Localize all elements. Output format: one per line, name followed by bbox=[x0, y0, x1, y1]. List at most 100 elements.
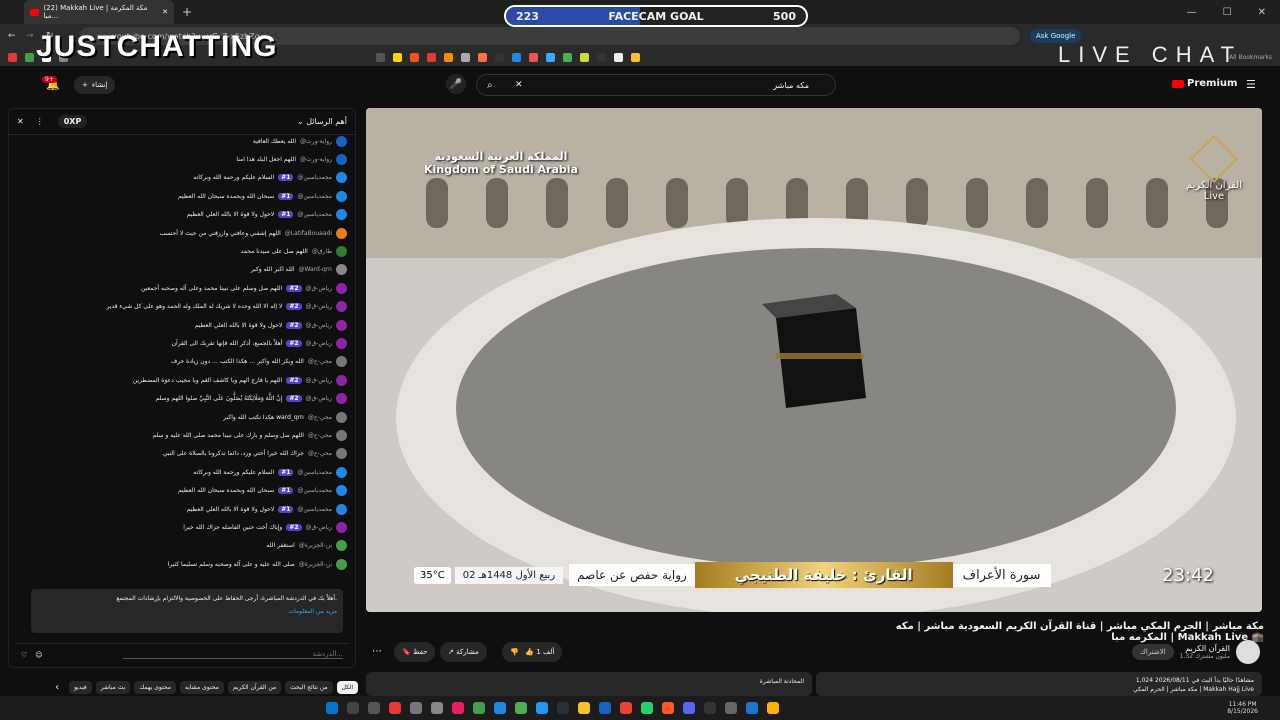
chat-sort-dropdown[interactable]: ⌄ أهم الرسائل bbox=[297, 117, 347, 126]
app-icon[interactable] bbox=[704, 702, 716, 714]
chat-author[interactable]: @رياض-ق bbox=[306, 524, 332, 531]
app-icon[interactable] bbox=[494, 702, 506, 714]
avatar[interactable] bbox=[336, 190, 347, 202]
chat-author[interactable]: @طارق bbox=[312, 248, 332, 255]
avatar[interactable] bbox=[336, 153, 347, 165]
chat-author[interactable]: @محمدياسين bbox=[297, 487, 332, 494]
subscribe-button[interactable]: الاشتراك bbox=[1132, 644, 1174, 660]
avatar[interactable] bbox=[336, 540, 347, 552]
chat-author[interactable]: @رياض-ق bbox=[306, 395, 332, 402]
bookmark-icon[interactable] bbox=[563, 52, 572, 62]
bookmark-icon[interactable] bbox=[25, 52, 34, 62]
chat-message[interactable]: @رياض-ق #2 لاحول ولا قوة الا بالله العلي ا… bbox=[22, 317, 347, 333]
chip-2[interactable]: من القرآن الكريم bbox=[227, 680, 282, 694]
chat-author[interactable]: @رياض-ق bbox=[306, 377, 332, 384]
chat-message[interactable]: @طارق اللهم صل على سيدنا محمد bbox=[22, 243, 347, 259]
avatar[interactable] bbox=[336, 282, 347, 294]
chat-input[interactable]: الدردشة... bbox=[123, 650, 343, 659]
chat-message[interactable]: @محمدياسين #1 لاحول ولا قوة الا بالله العل… bbox=[22, 207, 347, 223]
app-icon[interactable] bbox=[683, 702, 695, 714]
chat-message[interactable]: @رواية-ورث اللهم اجعل البلد هذا امنا bbox=[22, 151, 347, 167]
chat-message[interactable]: @محمدياسين #1 سبحان الله وبحمده سبحان الله… bbox=[22, 188, 347, 204]
chat-message[interactable]: @رياض-ق #2 وإياك أخت حنين الفاضله جزاك الل… bbox=[22, 519, 347, 535]
close-window-icon[interactable]: ✕ bbox=[1258, 7, 1266, 18]
chip-0[interactable]: الكل bbox=[336, 680, 358, 694]
avatar[interactable] bbox=[336, 393, 347, 405]
avatar[interactable] bbox=[336, 448, 347, 460]
forward-icon[interactable]: → bbox=[26, 31, 34, 41]
chat-author[interactable]: @محي-ح bbox=[308, 414, 332, 421]
avatar[interactable] bbox=[336, 429, 347, 441]
avatar[interactable] bbox=[336, 301, 347, 313]
share-button[interactable]: ↗ مشاركة bbox=[440, 642, 487, 662]
chip-3[interactable]: محتوى مشابه bbox=[179, 680, 224, 694]
video-description[interactable]: 1,024 مشاهدًا حاليًا بدأ البث في 2026/08… bbox=[816, 672, 1262, 696]
bookmark-icon[interactable] bbox=[410, 52, 419, 62]
youtube-premium-logo[interactable]: Premium bbox=[1172, 78, 1237, 89]
bookmark-icon[interactable] bbox=[546, 52, 555, 62]
app-icon[interactable] bbox=[641, 702, 653, 714]
more-actions-icon[interactable]: ⋯ bbox=[372, 646, 382, 657]
ask-google-button[interactable]: Ask Google bbox=[1030, 29, 1082, 43]
bookmark-icon[interactable] bbox=[597, 52, 606, 62]
bookmark-icon[interactable] bbox=[512, 52, 521, 62]
app-icon[interactable] bbox=[578, 702, 590, 714]
chat-message[interactable]: @محمدياسين #1 سبحان الله وبحمده سبحان الله… bbox=[22, 483, 347, 499]
chat-message[interactable]: @محي-ح الله وبكر الله واكبر ... هكذا الكت… bbox=[22, 354, 347, 370]
bookmark-icon[interactable] bbox=[529, 52, 538, 62]
app-icon[interactable] bbox=[431, 702, 443, 714]
chat-message[interactable]: @بن-الجزيرة صلى الله عليه و على آله وصحبه… bbox=[22, 556, 347, 572]
voice-search-icon[interactable]: 🎤 bbox=[446, 74, 466, 94]
bookmark-icon[interactable] bbox=[393, 52, 402, 62]
chat-author[interactable]: @بن-الجزيرة bbox=[299, 561, 332, 568]
app-icon[interactable] bbox=[557, 702, 569, 714]
app-icon[interactable] bbox=[515, 702, 527, 714]
browser-tab[interactable]: (22) Makkah Live | مكة المكرمة مبا... ✕ bbox=[24, 0, 174, 24]
app-icon[interactable] bbox=[725, 702, 737, 714]
chat-message[interactable]: @رياض-ق #2 أهلاً بالجميع، أذكر الله فإنها … bbox=[22, 335, 347, 351]
bookmark-icon[interactable] bbox=[376, 52, 385, 62]
search-taskbar-icon[interactable] bbox=[347, 702, 359, 714]
chip-4[interactable]: محتوى يهمك bbox=[134, 680, 176, 694]
menu-icon[interactable]: ☰ bbox=[1246, 78, 1256, 91]
chat-message[interactable]: @محي-ح اللهم صل وسلم و بارك على نبينا محم… bbox=[22, 427, 347, 443]
chip-6[interactable]: فيديو bbox=[69, 680, 92, 694]
avatar[interactable] bbox=[336, 319, 347, 331]
like-dislike-button[interactable]: 👎 👍 1 ألف bbox=[502, 642, 563, 662]
chat-author[interactable]: @محمدياسين bbox=[297, 211, 332, 218]
chat-message[interactable]: @رياض-ق #2 إِنَّ اللَّهَ وَمَلَائِكَتَهُ ي… bbox=[22, 391, 347, 407]
start-icon[interactable] bbox=[326, 702, 338, 714]
avatar[interactable] bbox=[336, 466, 347, 478]
minimize-icon[interactable]: — bbox=[1187, 7, 1197, 18]
bookmark-icon[interactable] bbox=[631, 52, 640, 62]
chat-author[interactable]: @محي-ح bbox=[308, 450, 332, 457]
video-player[interactable]: المملكة العربية السعودية Kingdom of Saud… bbox=[366, 108, 1262, 612]
bookmark-icon[interactable] bbox=[495, 52, 504, 62]
chat-author[interactable]: @رياض-ق bbox=[306, 285, 332, 292]
avatar[interactable] bbox=[336, 337, 347, 349]
chat-author[interactable]: @LatifaBouaadi bbox=[285, 230, 332, 237]
close-chat-icon[interactable]: ✕ bbox=[17, 117, 24, 126]
avatar[interactable] bbox=[336, 209, 347, 221]
chat-message[interactable]: @محي-ح هكذا تكتب الله واكبر ward_qrn bbox=[22, 409, 347, 425]
avatar[interactable] bbox=[336, 485, 347, 497]
chat-author[interactable]: @محمدياسين bbox=[297, 193, 332, 200]
bookmark-icon[interactable] bbox=[444, 52, 453, 62]
chat-message[interactable]: @محمدياسين #1 السلام عليكم ورحمة الله وبرك… bbox=[22, 170, 347, 186]
app-icon[interactable] bbox=[368, 702, 380, 714]
chat-message[interactable]: @بن-الجزيرة استغفر الله bbox=[22, 538, 347, 554]
create-button[interactable]: + إنشاء bbox=[74, 76, 116, 94]
heart-icon[interactable]: ♡ bbox=[21, 651, 27, 659]
chat-message[interactable]: @رياض-ق #2 لا إله الا الله وحده لا شريك له… bbox=[22, 299, 347, 315]
chat-message[interactable]: @محمدياسين #1 السلام عليكم ورحمة الله وبرك… bbox=[22, 464, 347, 480]
maximize-icon[interactable]: ☐ bbox=[1223, 7, 1232, 18]
channel-avatar[interactable] bbox=[1236, 640, 1260, 664]
bookmark-icon[interactable] bbox=[461, 52, 470, 62]
avatar[interactable] bbox=[336, 245, 347, 257]
more-options-icon[interactable]: ⋮ bbox=[36, 117, 44, 126]
avatar[interactable] bbox=[336, 135, 347, 147]
avatar[interactable] bbox=[336, 521, 347, 533]
app-icon[interactable] bbox=[536, 702, 548, 714]
save-button[interactable]: 🔖 حفظ bbox=[394, 642, 436, 662]
chat-author[interactable]: @رياض-ق bbox=[306, 340, 332, 347]
